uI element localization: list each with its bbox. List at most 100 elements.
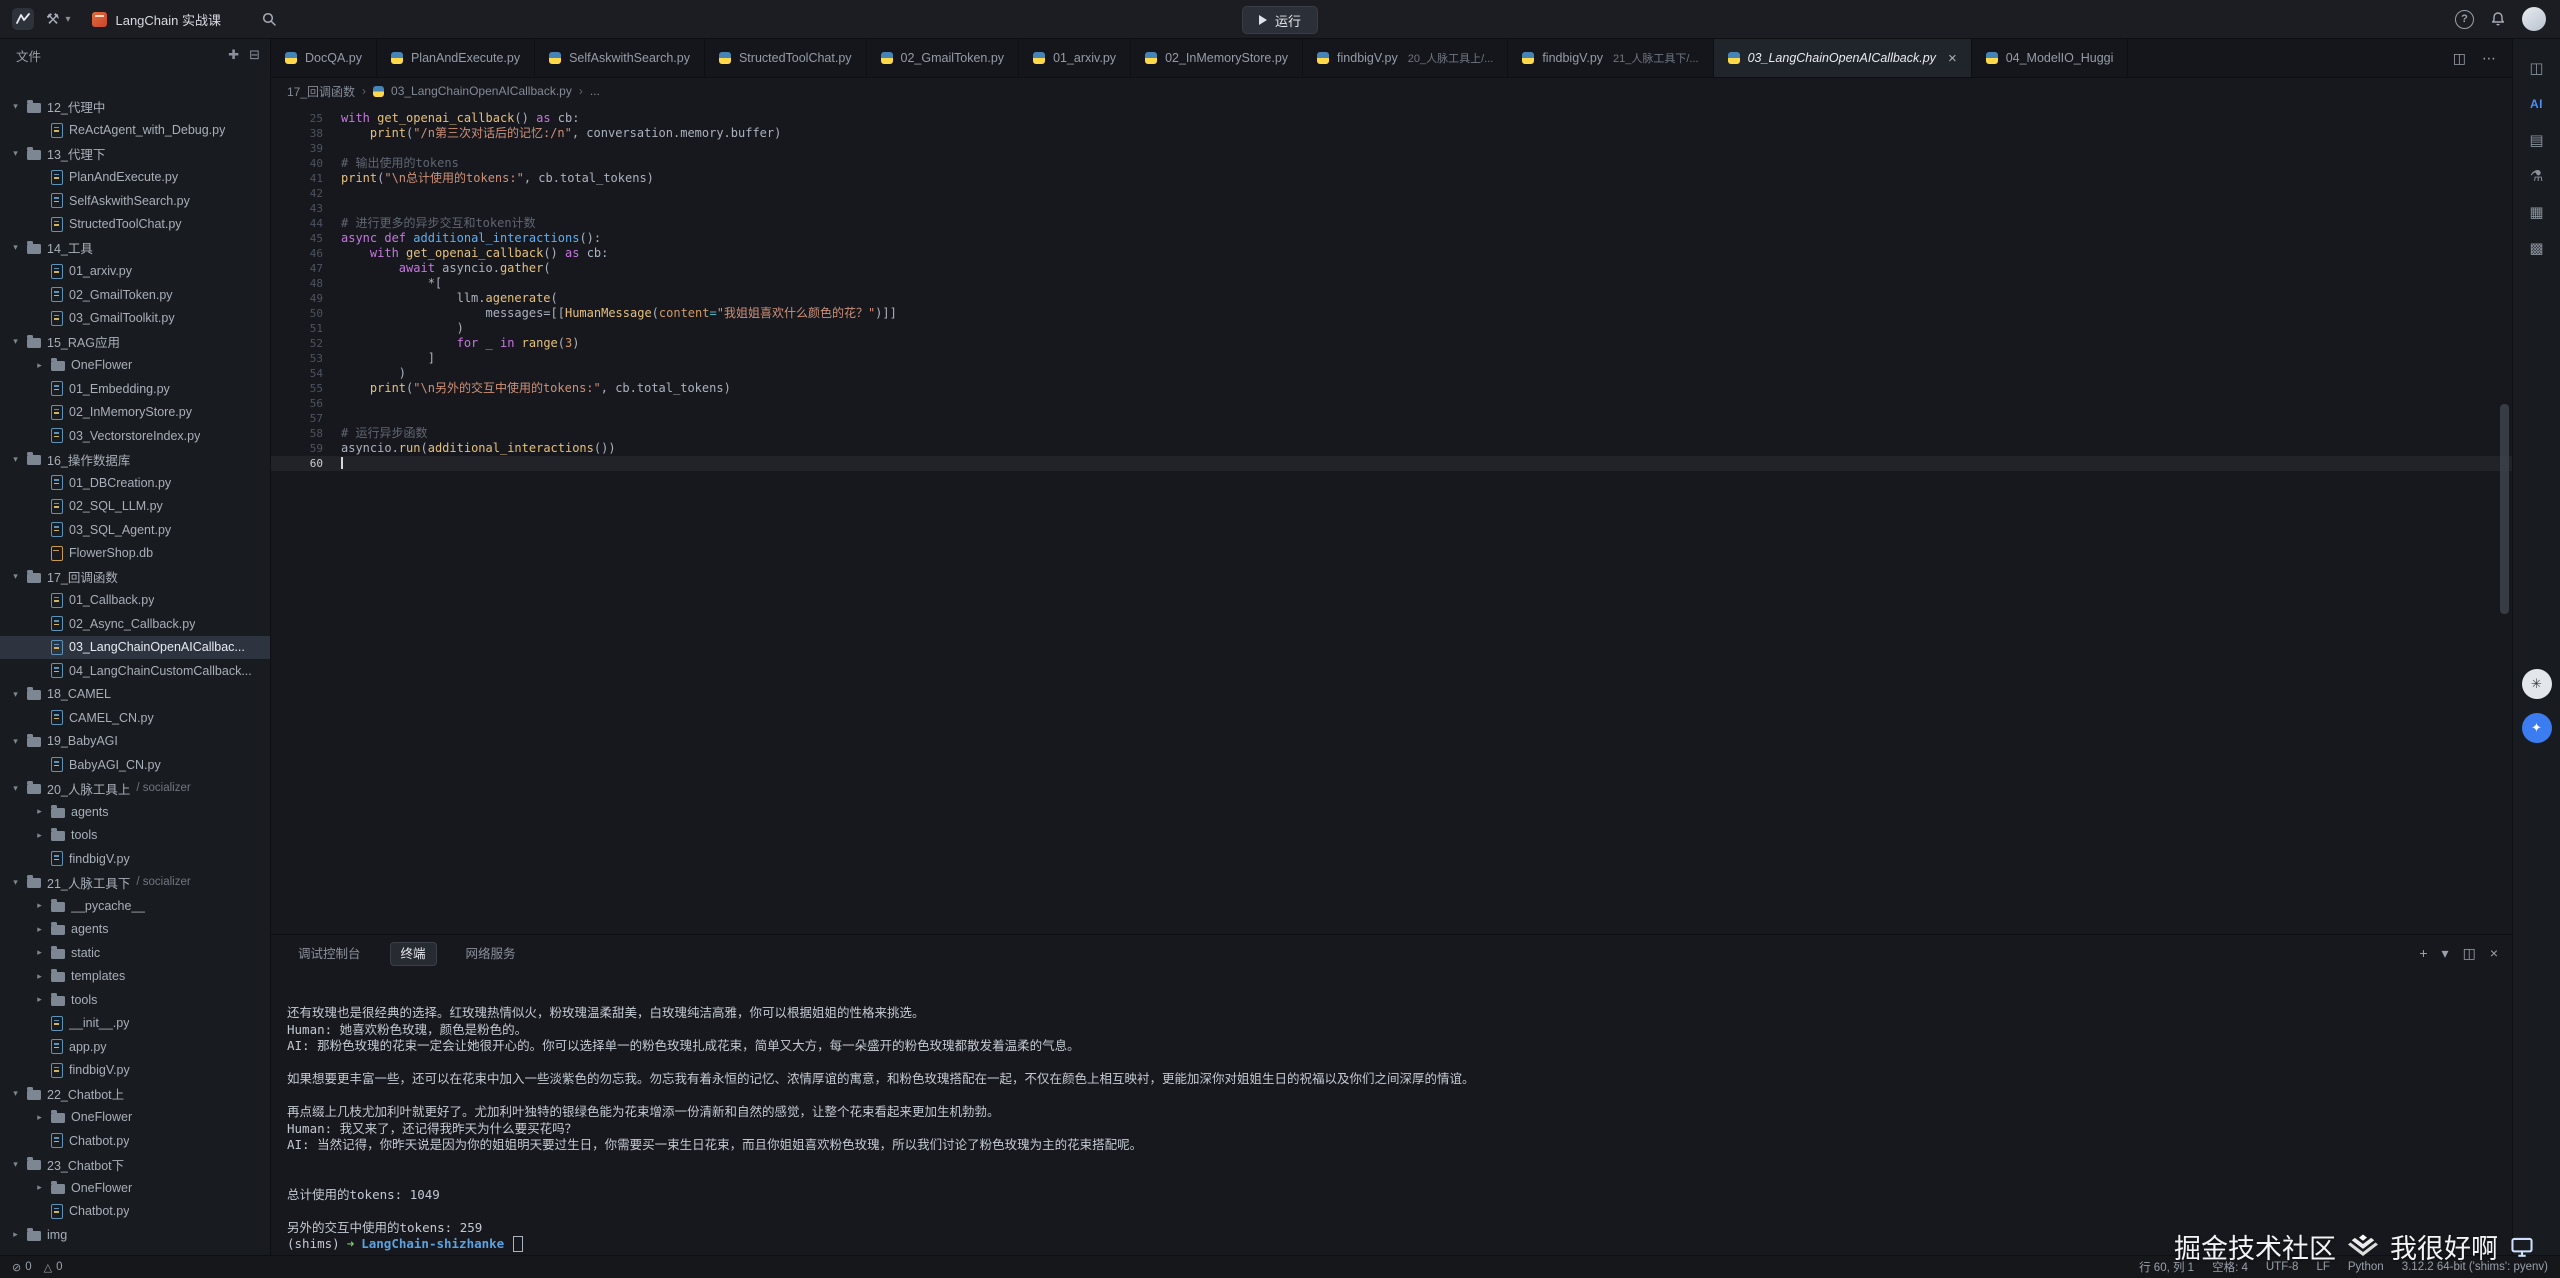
chevron-down-icon[interactable]: ▾ (10, 101, 21, 112)
chat-button[interactable]: ✦ (2522, 713, 2552, 743)
ai-assistant-badge[interactable]: AI (2522, 89, 2552, 119)
line-number[interactable]: 59 (271, 441, 341, 456)
code-line[interactable]: 47 await asyncio.gather( (271, 261, 2512, 276)
chevron-right-icon[interactable]: ▸ (34, 360, 45, 371)
split-panel-icon[interactable]: ◫ (2463, 945, 2476, 962)
tree-item[interactable]: ▸tools (0, 824, 270, 848)
tree-item[interactable]: 04_LangChainCustomCallback... (0, 659, 270, 683)
line-number[interactable]: 54 (271, 366, 341, 381)
line-number[interactable]: 40 (271, 156, 341, 171)
line-number[interactable]: 55 (271, 381, 341, 396)
tree-item[interactable]: ▾12_代理中 (0, 95, 270, 119)
code-line[interactable]: 25with get_openai_callback() as cb: (271, 111, 2512, 126)
line-number[interactable]: 50 (271, 306, 341, 321)
tree-item[interactable]: ▾14_工具 (0, 236, 270, 260)
user-avatar[interactable] (2522, 7, 2546, 31)
chevron-right-icon[interactable]: ▸ (34, 994, 45, 1005)
chevron-right-icon[interactable]: ▸ (10, 1229, 21, 1240)
line-number[interactable]: 38 (271, 126, 341, 141)
chevron-right-icon[interactable]: ▸ (34, 806, 45, 817)
editor-scrollbar-thumb[interactable] (2500, 404, 2509, 614)
tree-item[interactable]: 03_GmailToolkit.py (0, 307, 270, 331)
close-tab-icon[interactable]: × (1948, 51, 1957, 66)
tree-item[interactable]: 03_VectorstoreIndex.py (0, 424, 270, 448)
line-number[interactable]: 47 (271, 261, 341, 276)
tree-item[interactable]: ▾20_人脉工具上/ socializer (0, 777, 270, 801)
panel-tab[interactable]: 调试控制台 (287, 942, 372, 966)
tree-item[interactable]: ▸agents (0, 918, 270, 942)
line-number[interactable]: 57 (271, 411, 341, 426)
breadcrumb-item[interactable]: ... (590, 84, 600, 98)
run-button[interactable]: 运行 (1242, 6, 1318, 34)
tree-item[interactable]: PlanAndExecute.py (0, 166, 270, 190)
chevron-right-icon[interactable]: ▸ (34, 830, 45, 841)
new-file-icon[interactable]: ✚ (228, 47, 239, 62)
tree-item[interactable]: ▸templates (0, 965, 270, 989)
code-line[interactable]: 45async def additional_interactions(): (271, 231, 2512, 246)
line-number[interactable]: 25 (271, 111, 341, 126)
code-line[interactable]: 53 ] (271, 351, 2512, 366)
extensions-icon[interactable]: ▦ (2522, 197, 2552, 227)
status-warnings[interactable]: △0 (44, 1261, 63, 1274)
more-actions-icon[interactable]: ⋯ (2482, 50, 2496, 67)
flask-icon[interactable]: ⚗ (2522, 161, 2552, 191)
tree-item[interactable]: CAMEL_CN.py (0, 706, 270, 730)
tree-item[interactable]: ▸OneFlower (0, 1176, 270, 1200)
tree-item[interactable]: SelfAskwithSearch.py (0, 189, 270, 213)
status-errors[interactable]: ⊘0 (12, 1261, 32, 1274)
code-line[interactable]: 57 (271, 411, 2512, 426)
split-editor-icon[interactable]: ◫ (2453, 50, 2466, 67)
tree-item[interactable]: 03_SQL_Agent.py (0, 518, 270, 542)
code-line[interactable]: 44# 进行更多的异步交互和token计数 (271, 216, 2512, 231)
assistant-avatar-button[interactable]: ✳ (2522, 669, 2552, 699)
tree-item[interactable]: 02_SQL_LLM.py (0, 495, 270, 519)
code-line[interactable]: 38 print("/n第三次对话后的记忆:/n", conversation.… (271, 126, 2512, 141)
line-number[interactable]: 39 (271, 141, 341, 156)
line-number[interactable]: 56 (271, 396, 341, 411)
tree-item[interactable]: ▾16_操作数据库 (0, 448, 270, 472)
tree-item[interactable]: ▾15_RAG应用 (0, 330, 270, 354)
editor-tab[interactable]: findbigV.py20_人脉工具上/... (1303, 39, 1508, 77)
tree-item[interactable]: ReActAgent_with_Debug.py (0, 119, 270, 143)
tree-item[interactable]: Chatbot.py (0, 1200, 270, 1224)
code-line[interactable]: 50 messages=[[HumanMessage(content="我姐姐喜… (271, 306, 2512, 321)
tree-item[interactable]: 01_arxiv.py (0, 260, 270, 284)
code-line[interactable]: 51 ) (271, 321, 2512, 336)
terminal-picker-chevron-icon[interactable]: ▾ (2442, 945, 2449, 962)
file-tree[interactable]: ▾12_代理中ReActAgent_with_Debug.py▾13_代理下Pl… (0, 95, 270, 1247)
line-number[interactable]: 52 (271, 336, 341, 351)
tree-item[interactable]: ▾22_Chatbot上 (0, 1082, 270, 1106)
tree-item[interactable]: ▾19_BabyAGI (0, 730, 270, 754)
chevron-down-icon[interactable]: ▾ (10, 454, 21, 465)
apps-grid-icon[interactable]: ▩ (2522, 233, 2552, 263)
code-line[interactable]: 40# 输出使用的tokens (271, 156, 2512, 171)
close-panel-icon[interactable]: × (2490, 945, 2498, 961)
editor-tab[interactable]: findbigV.py21_人脉工具下/... (1508, 39, 1713, 77)
tree-item[interactable]: Chatbot.py (0, 1129, 270, 1153)
code-line[interactable]: 58# 运行异步函数 (271, 426, 2512, 441)
editor-tab[interactable]: PlanAndExecute.py (377, 39, 535, 77)
tree-item[interactable]: 02_InMemoryStore.py (0, 401, 270, 425)
line-number[interactable]: 53 (271, 351, 341, 366)
tree-item[interactable]: 01_DBCreation.py (0, 471, 270, 495)
chevron-down-icon[interactable]: ▾ (10, 689, 21, 700)
notebook-icon[interactable]: ▤ (2522, 125, 2552, 155)
chevron-down-icon[interactable]: ▾ (10, 783, 21, 794)
tree-item[interactable]: findbigV.py (0, 1059, 270, 1083)
chevron-down-icon[interactable]: ▾ (10, 736, 21, 747)
tree-item[interactable]: 02_GmailToken.py (0, 283, 270, 307)
tree-item[interactable]: 03_LangChainOpenAICallbac... (0, 636, 270, 660)
chevron-right-icon[interactable]: ▸ (34, 971, 45, 982)
tree-item[interactable]: StructedToolChat.py (0, 213, 270, 237)
code-line[interactable]: 46 with get_openai_callback() as cb: (271, 246, 2512, 261)
editor-tab[interactable]: DocQA.py (271, 39, 377, 77)
line-number[interactable]: 43 (271, 201, 341, 216)
chevron-down-icon[interactable]: ▾ (10, 1088, 21, 1099)
editor-tab[interactable]: 02_InMemoryStore.py (1131, 39, 1303, 77)
tree-item[interactable]: findbigV.py (0, 847, 270, 871)
tree-item[interactable]: ▸agents (0, 800, 270, 824)
line-number[interactable]: 41 (271, 171, 341, 186)
chevron-right-icon[interactable]: ▸ (34, 947, 45, 958)
editor-tab[interactable]: SelfAskwithSearch.py (535, 39, 705, 77)
code-line[interactable]: 59asyncio.run(additional_interactions()) (271, 441, 2512, 456)
